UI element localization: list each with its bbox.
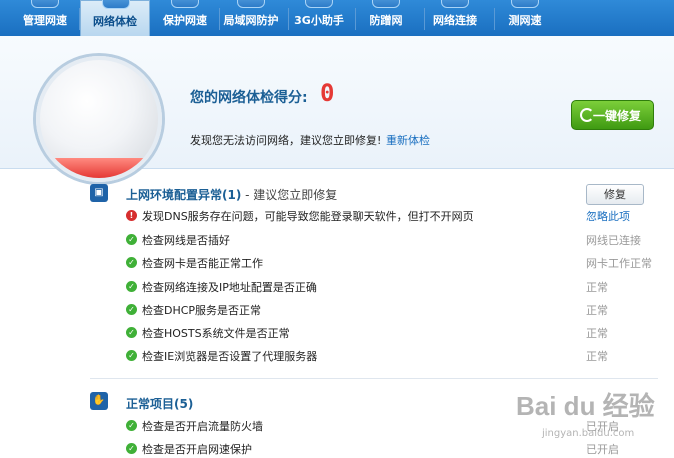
check-ok-icon: ✓ <box>126 420 137 431</box>
check-item-text: 发现DNS服务存在问题，可能导致您能登录聊天软件，但打不开网页 <box>142 210 474 223</box>
tab-network-connection[interactable]: 网络连接 <box>420 0 490 36</box>
tab-manage-speed[interactable]: 管理网速 <box>10 0 80 36</box>
shield-icon <box>372 0 400 8</box>
check-ok-icon: ✓ <box>126 327 137 338</box>
check-item-text: 检查网络连接及IP地址配置是否正确 <box>142 281 317 294</box>
check-item-row: ✓ 检查网卡是否能正常工作 网卡工作正常 <box>126 254 656 272</box>
check-item-row: ✓ 检查网线是否插好 网线已连接 <box>126 231 656 249</box>
check-ok-icon: ✓ <box>126 257 137 268</box>
check-ok-icon: ✓ <box>126 443 137 454</box>
network-check-icon <box>102 0 130 9</box>
speed-manage-icon <box>31 0 59 8</box>
section-divider <box>90 378 658 379</box>
ignore-item-link[interactable]: 忽略此项 <box>586 208 630 224</box>
score-value: 0 <box>320 79 335 107</box>
check-ok-icon: ✓ <box>126 350 137 361</box>
tab-label: 保护网速 <box>163 14 207 27</box>
status-message: 发现您无法访问网络，建议您立即修复! <box>190 134 382 147</box>
score-gauge <box>36 56 162 182</box>
score-gauge-fill <box>40 158 158 178</box>
check-item-text: 检查DHCP服务是否正常 <box>142 304 262 317</box>
tab-label: 测网速 <box>508 14 542 27</box>
tab-lan-protection[interactable]: 局域网防护 <box>216 0 286 36</box>
check-item-status: 正常 <box>586 304 608 317</box>
tab-3g-assistant[interactable]: 3G小助手 <box>284 0 354 36</box>
check-item-text: 检查是否开启网速保护 <box>142 443 252 456</box>
check-item-status: 正常 <box>586 327 608 340</box>
check-ok-icon: ✓ <box>126 234 137 245</box>
check-item-text: 检查IE浏览器是否设置了代理服务器 <box>142 350 318 363</box>
error-icon: ! <box>126 210 137 221</box>
check-item-row: ✓ 检查IE浏览器是否设置了代理服务器 正常 <box>126 347 656 365</box>
check-item-row: ✓ 检查DHCP服务是否正常 正常 <box>126 301 656 319</box>
check-ok-icon: ✓ <box>126 281 137 292</box>
tab-protect-speed[interactable]: 保护网速 <box>150 0 220 36</box>
watermark-brand: Bai du 经验 <box>516 391 655 421</box>
check-item-row: ! 发现DNS服务存在问题，可能导致您能登录聊天软件，但打不开网页 忽略此项 <box>126 207 656 225</box>
lan-icon <box>237 0 265 8</box>
speedometer-icon <box>511 0 539 8</box>
score-label: 您的网络体检得分: <box>190 90 308 106</box>
check-item-text: 检查网线是否插好 <box>142 234 230 247</box>
tab-network-check[interactable]: 网络体检 <box>80 0 150 36</box>
tab-speed-test[interactable]: 测网速 <box>490 0 560 36</box>
section-title-abnormal: 上网环境配置异常(1) - 建议您立即修复 <box>126 186 337 203</box>
check-item-status: 正常 <box>586 281 608 294</box>
check-item-row: ✓ 检查网络连接及IP地址配置是否正确 正常 <box>126 278 656 296</box>
repair-button[interactable]: 修复 <box>586 184 644 205</box>
watermark-url: jingyan.baidu.com <box>542 428 635 439</box>
section-title-normal: 正常项目(5) <box>126 397 194 411</box>
section-title-text: 上网环境配置异常(1) <box>126 188 242 202</box>
shield-icon <box>171 0 199 8</box>
tab-label: 管理网速 <box>23 14 67 27</box>
check-item-text: 检查网卡是否能正常工作 <box>142 257 263 270</box>
recheck-link[interactable]: 重新体检 <box>386 132 430 148</box>
check-item-status: 正常 <box>586 350 608 363</box>
baidu-watermark: Bai du 经验 jingyan.baidu.com <box>516 384 666 454</box>
one-click-fix-label: 一键修复 <box>592 109 641 123</box>
monitor-icon: ▣ <box>90 184 108 202</box>
check-item-status: 网卡工作正常 <box>586 257 652 270</box>
tab-anti-leech[interactable]: 防蹭网 <box>351 0 421 36</box>
tab-label: 网络连接 <box>433 14 477 27</box>
one-click-fix-button[interactable]: 一键修复 <box>571 100 654 130</box>
check-item-status: 网线已连接 <box>586 234 641 247</box>
check-item-row: ✓ 检查HOSTS系统文件是否正常 正常 <box>126 324 656 342</box>
tab-label: 网络体检 <box>93 15 137 28</box>
tab-label: 3G小助手 <box>294 14 344 27</box>
network-connection-icon <box>441 0 469 8</box>
check-item-text: 检查是否开启流量防火墙 <box>142 420 263 433</box>
repair-icon <box>580 108 594 122</box>
check-ok-icon: ✓ <box>126 304 137 315</box>
top-toolbar: 管理网速 网络体检 保护网速 局域网防护 3G小助手 防蹭网 网络连接 测网速 <box>0 0 674 36</box>
hand-icon: ✋ <box>90 392 108 410</box>
section-subtitle: - 建议您立即修复 <box>241 188 338 202</box>
check-item-text: 检查HOSTS系统文件是否正常 <box>142 327 290 340</box>
tab-label: 防蹭网 <box>369 14 403 27</box>
tab-label: 局域网防护 <box>223 14 279 27</box>
3g-icon <box>305 0 333 8</box>
